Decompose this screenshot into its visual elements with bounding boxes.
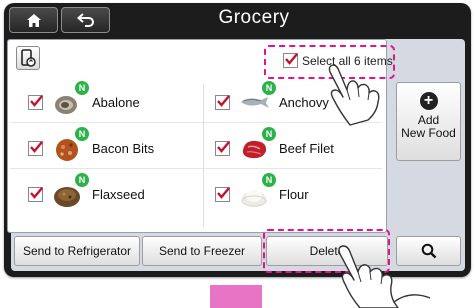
page-title: Grocery: [218, 7, 290, 28]
column-divider: [203, 84, 204, 227]
hand-pointer-icon: [338, 245, 431, 308]
row-divider: [10, 168, 382, 169]
item-checkbox[interactable]: [215, 186, 230, 202]
item-label: Flour: [279, 186, 309, 202]
new-badge: N: [262, 127, 276, 141]
item-checkbox[interactable]: [215, 94, 230, 110]
new-badge: N: [75, 127, 89, 141]
bacon-bits-icon: N: [52, 127, 89, 164]
checkmark-icon: [30, 94, 43, 107]
checkmark-icon: [217, 140, 230, 153]
send-to-freezer-button[interactable]: Send to Freezer: [142, 236, 262, 266]
phone-sync-icon: [21, 49, 36, 67]
beef-filet-icon: N: [239, 127, 276, 164]
item-label: Bacon Bits: [92, 140, 155, 156]
back-button[interactable]: [61, 7, 110, 33]
new-food-label: New Food: [401, 126, 456, 140]
flour-icon: N: [239, 173, 276, 210]
back-icon: [76, 13, 94, 27]
checkmark-icon: [30, 140, 43, 153]
plus-icon: +: [419, 92, 438, 110]
new-badge: N: [75, 81, 89, 95]
item-label: Beef Filet: [279, 140, 334, 156]
list-item[interactable]: N Beef Filet: [215, 127, 334, 166]
list-item[interactable]: N Flour: [215, 173, 309, 212]
send-to-refrigerator-button[interactable]: Send to Refrigerator: [14, 236, 140, 266]
checkmark-icon: [30, 186, 43, 199]
home-button[interactable]: [9, 7, 58, 33]
item-label: Flaxseed: [92, 186, 145, 202]
checkmark-icon: [217, 94, 230, 107]
step-indicator-arrow: [210, 285, 262, 308]
new-badge: N: [262, 173, 276, 187]
item-checkbox[interactable]: [28, 140, 43, 156]
item-checkbox[interactable]: [28, 94, 43, 110]
new-badge: N: [75, 173, 89, 187]
list-item[interactable]: N Bacon Bits: [28, 127, 155, 166]
home-icon: [26, 13, 41, 27]
sync-button[interactable]: [16, 46, 40, 70]
list-item[interactable]: N Abalone: [28, 81, 140, 120]
top-bar: Grocery: [4, 3, 471, 37]
checkmark-icon: [217, 186, 230, 199]
item-checkbox[interactable]: [215, 140, 230, 156]
item-label: Abalone: [92, 94, 140, 110]
add-new-food-button[interactable]: + Add New Food: [396, 82, 461, 161]
anchovy-icon: N: [239, 81, 276, 118]
abalone-icon: N: [52, 81, 89, 118]
new-badge: N: [262, 81, 276, 95]
item-checkbox[interactable]: [28, 186, 43, 202]
hand-pointer-icon: [328, 64, 380, 126]
list-item[interactable]: N Flaxseed: [28, 173, 145, 212]
flaxseed-icon: N: [52, 173, 89, 210]
list-item[interactable]: N Anchovy: [215, 81, 329, 120]
